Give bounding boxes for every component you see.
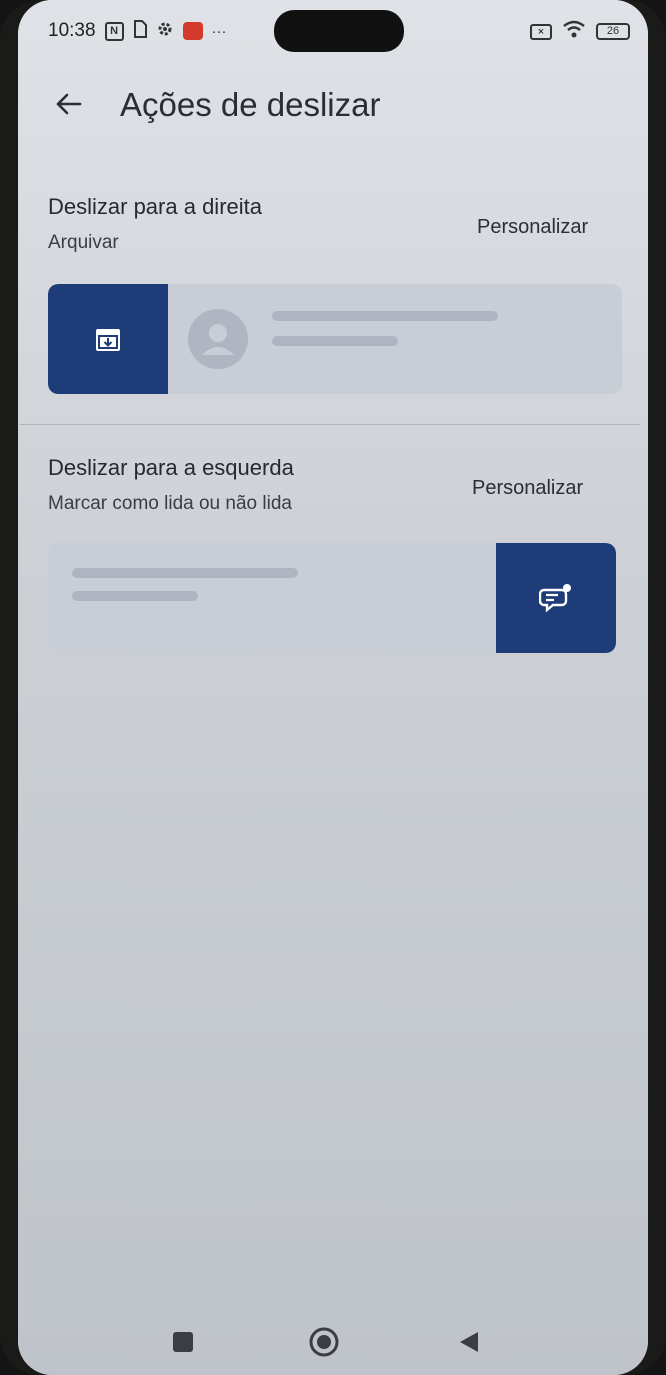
triangle-back-icon: [460, 1332, 478, 1352]
swipe-right-title: Deslizar para a direita: [48, 194, 262, 219]
mark-read-icon: [539, 584, 571, 613]
placeholder-line: [72, 591, 198, 601]
status-time: 10:38: [48, 20, 96, 41]
mail-icon: [182, 22, 203, 40]
gear-icon: [156, 20, 174, 42]
square-icon: [173, 1332, 193, 1352]
wifi-icon: [562, 20, 586, 43]
section-divider: [20, 424, 640, 425]
swipe-right-action: Arquivar: [48, 232, 119, 253]
no-sim-icon: ×: [530, 23, 552, 40]
swipe-right-preview: [48, 284, 622, 394]
sim-icon: [133, 20, 147, 42]
swipe-left-customize-button[interactable]: Personalizar: [472, 477, 583, 500]
placeholder-line: [272, 311, 498, 321]
home-button[interactable]: [302, 1320, 346, 1364]
recents-button[interactable]: [164, 1322, 202, 1362]
arrow-left-icon: [56, 93, 82, 115]
battery-icon: 26: [596, 23, 630, 40]
more-icon: ···: [211, 22, 227, 40]
swipe-right-action-block: [48, 284, 168, 394]
back-button[interactable]: [48, 84, 88, 124]
placeholder-line: [272, 336, 398, 346]
page-title: Ações de deslizar: [120, 86, 381, 123]
archive-icon: [96, 329, 120, 351]
avatar-placeholder: [188, 309, 248, 369]
circle-icon: [309, 1327, 339, 1357]
swipe-left-preview: [48, 543, 616, 653]
camera-cutout: [274, 10, 404, 52]
swipe-left-title: Deslizar para a esquerda: [48, 455, 294, 480]
placeholder-line: [72, 568, 298, 578]
nav-back-button[interactable]: [452, 1320, 486, 1364]
swipe-left-action: Marcar como lida ou não lida: [48, 493, 292, 514]
swipe-right-customize-button[interactable]: Personalizar: [477, 216, 588, 239]
swipe-left-action-block: [496, 543, 616, 653]
nfc-icon: N: [104, 21, 124, 41]
